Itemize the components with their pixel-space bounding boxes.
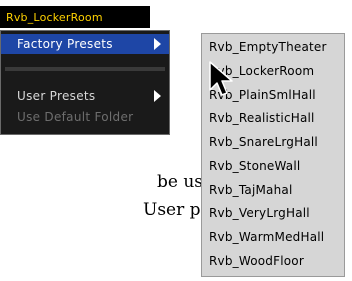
submenu-item[interactable]: Rvb_TajMahal [209,179,293,201]
menu-item-label: User Presets [17,89,96,103]
menu-item-use-default-folder: Use Default Folder [1,107,169,127]
menu-item-factory-presets[interactable]: Factory Presets [1,34,169,54]
triangle-right-icon [154,90,161,102]
preset-popup-button[interactable]: Rvb_LockerRoom [0,6,150,28]
menu-item-user-presets[interactable]: User Presets [1,86,169,106]
submenu-item[interactable]: Rvb_WoodFloor [209,250,304,272]
submenu-item[interactable]: Rvb_RealisticHall [209,107,315,129]
preset-popup-label: Rvb_LockerRoom [6,10,103,24]
menu-item-label: Use Default Folder [17,110,134,124]
presets-menu: Factory Presets User Presets Use Default… [0,30,170,135]
submenu-item[interactable]: Rvb_VeryLrgHall [209,202,310,224]
submenu-item[interactable]: Rvb_WarmMedHall [209,226,324,248]
submenu-item[interactable]: Rvb_SnareLrgHall [209,131,318,153]
menu-item-label: Factory Presets [17,37,113,51]
submenu-item[interactable]: Rvb_EmptyTheater [209,36,327,58]
triangle-right-icon [154,38,161,50]
submenu-item[interactable]: Rvb_StoneWall [209,155,300,177]
arrow-cursor-icon [209,61,233,96]
menu-separator [5,67,165,71]
